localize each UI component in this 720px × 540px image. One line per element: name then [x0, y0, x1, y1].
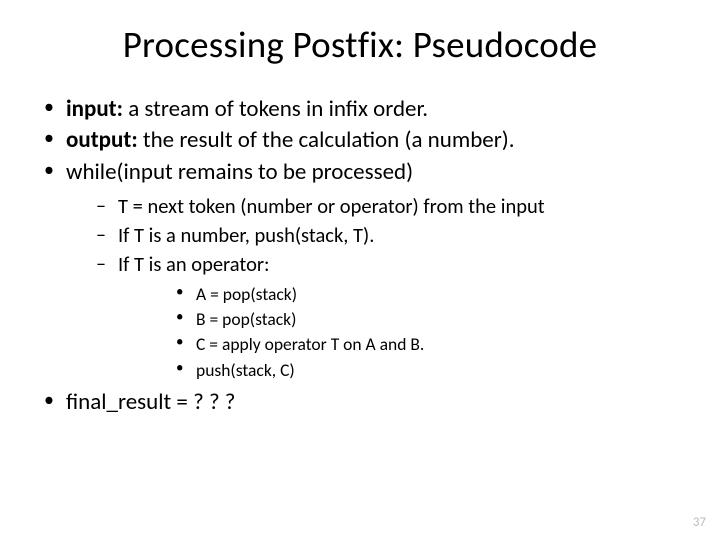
label-text: If T is a number, push(stack, T). — [118, 222, 374, 248]
bullet-list-level-1: input: a stream of tokens in infix order… — [40, 95, 680, 417]
label-text: while(input remains to be processed) — [66, 158, 413, 186]
slide-title: Processing Postfix: Pseudocode — [40, 22, 680, 67]
page-number: 37 — [693, 515, 706, 530]
label-text: a stream of tokens in infix order. — [123, 95, 428, 123]
label-bold: input: — [66, 95, 123, 123]
list-item: C = apply operator T on A and B. — [118, 333, 680, 356]
list-item: push(stack, C) — [118, 359, 680, 382]
bullet-list-level-2: T = next token (number or operator) from… — [66, 193, 680, 381]
list-item: If T is a number, push(stack, T). — [66, 222, 680, 249]
list-item: while(input remains to be processed) T =… — [40, 158, 680, 382]
list-item: If T is an operator: A = pop(stack) B = … — [66, 251, 680, 382]
label-bold: output: — [66, 126, 138, 154]
list-item: final_result = ? ? ? — [40, 388, 680, 417]
label-text: final_result = ? ? ? — [66, 388, 235, 416]
label-text: C = apply operator T on A and B. — [196, 333, 424, 355]
label-text: If T is an operator: — [118, 251, 270, 277]
label-text: the result of the calculation (a number)… — [138, 126, 515, 154]
list-item: B = pop(stack) — [118, 308, 680, 331]
list-item: T = next token (number or operator) from… — [66, 193, 680, 220]
label-text: push(stack, C) — [196, 359, 295, 381]
label-text: B = pop(stack) — [196, 308, 296, 330]
label-text: A = pop(stack) — [196, 283, 297, 305]
bullet-list-level-3: A = pop(stack) B = pop(stack) C = apply … — [118, 283, 680, 381]
slide: Processing Postfix: Pseudocode input: a … — [0, 0, 720, 540]
list-item: output: the result of the calculation (a… — [40, 126, 680, 155]
label-text: T = next token (number or operator) from… — [118, 193, 545, 219]
list-item: input: a stream of tokens in infix order… — [40, 95, 680, 124]
list-item: A = pop(stack) — [118, 283, 680, 306]
